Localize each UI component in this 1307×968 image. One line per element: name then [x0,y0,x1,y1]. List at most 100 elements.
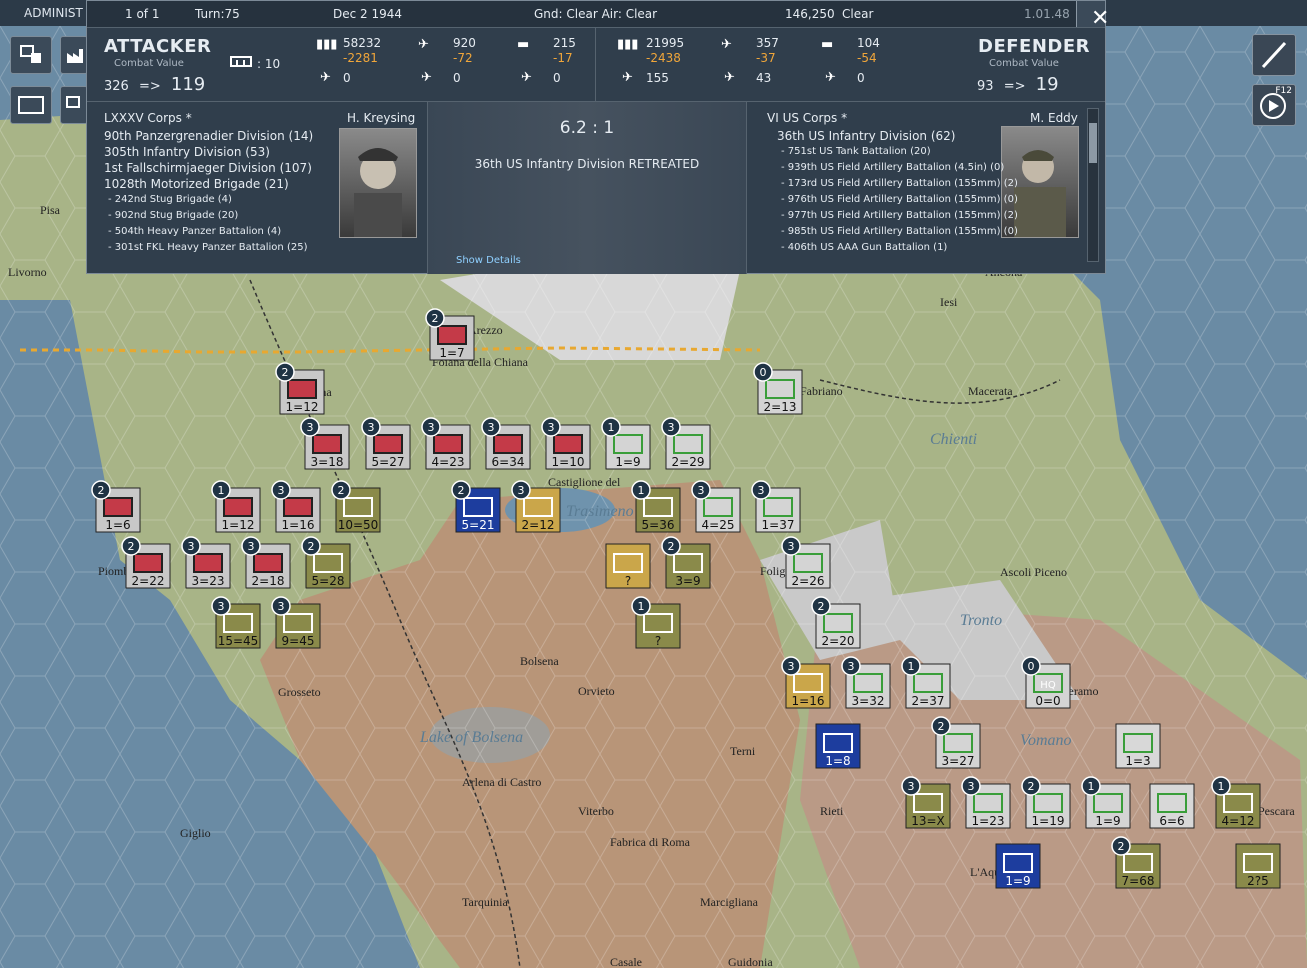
bomber-icon: ✈ [421,70,432,85]
unit-type-icon [223,497,253,517]
unit-counter[interactable]: 3=32 3 [841,656,891,709]
unit-counter[interactable]: 1=8 [815,723,861,769]
attacker-unit-entry[interactable]: 1st Fallschirmjaeger Division (107) [104,160,342,176]
unit-counter[interactable]: 4=12 1 [1211,776,1261,829]
defender-planes: 357 [756,36,779,50]
movement-points: 1 [1218,780,1225,793]
unit-counter[interactable]: ? [605,543,651,589]
defender-list-scrollbar[interactable] [1087,108,1099,262]
attacker-unit-entry[interactable]: - 504th Heavy Panzer Battalion (4) [104,224,342,240]
unit-counter[interactable]: 9=45 3 [271,596,321,649]
attacker-bombers: 0 [553,71,561,85]
unit-type-icon [553,434,583,454]
movement-points: 2 [818,600,825,613]
defender-unit-entry[interactable]: - 976th US Field Artillery Battalion (15… [777,192,1018,208]
defender-unit-list: 36th US Infantry Division (62) - 751st US… [777,128,1018,256]
unit-counter[interactable]: 3=27 2 [931,716,981,769]
unit-counter[interactable]: 7=68 2 [1111,836,1161,889]
place-label: Tarquinia [462,895,508,909]
end-turn-button[interactable]: F12 [1252,84,1296,126]
movement-points: 2 [98,484,105,497]
unit-counter[interactable]: 3=9 2 [661,536,711,589]
mode-label[interactable]: ADMINIST [24,6,83,20]
unit-strength: 13=X [911,814,945,828]
show-details-link[interactable]: Show Details [456,255,521,266]
defender-unit-entry[interactable]: - 977th US Field Artillery Battalion (15… [777,208,1018,224]
unit-counter[interactable]: 2=37 1 [901,656,951,709]
unit-counter[interactable]: 2=26 3 [781,536,831,589]
layout-button[interactable] [10,36,52,74]
rectangle-select-button[interactable] [10,86,52,124]
unit-counter[interactable]: 1=19 2 [1021,776,1071,829]
movement-points: 3 [218,600,225,613]
unit-counter[interactable]: 5=21 2 [451,480,501,533]
defender-corps[interactable]: VI US Corps * [767,111,847,125]
place-label: Macerata [968,384,1013,398]
unit-counter[interactable]: 10=50 2 [331,480,381,533]
unit-counter[interactable]: 1=16 3 [271,480,321,533]
unit-counter[interactable]: 1=12 2 [275,362,325,415]
unit-counter[interactable]: 2=22 2 [121,536,171,589]
draw-line-button[interactable] [1252,34,1296,76]
defender-unit-entry[interactable]: 36th US Infantry Division (62) [777,128,1009,144]
defender-unit-entry[interactable]: - 173rd US Field Artillery Battalion (15… [777,176,1018,192]
unit-counter[interactable]: 13=X 3 [901,776,951,829]
unit-strength: 3=27 [942,754,975,768]
unit-counter[interactable]: 1=9 1 [1081,776,1131,829]
unit-counter[interactable]: 6=6 [1149,783,1195,829]
unit-counter[interactable]: 2?5 [1235,843,1281,889]
attacker-unit-entry[interactable]: - 242nd Stug Brigade (4) [104,192,342,208]
movement-points: 3 [278,484,285,497]
unit-counter[interactable]: 1=3 [1115,723,1161,769]
unit-select-button[interactable] [60,86,88,124]
defender-tanks-loss: -54 [857,51,877,65]
attacker-unit-entry[interactable]: - 902nd Stug Brigade (20) [104,208,342,224]
factory-button[interactable] [60,36,88,74]
attacker-unit-entry[interactable]: 305th Infantry Division (53) [104,144,342,160]
prestige-points: 146,250 [785,7,835,21]
aircraft-icon: ✈ [721,37,732,52]
unit-counter[interactable]: 1=6 2 [91,480,141,533]
attacker-corps[interactable]: LXXXV Corps * [104,111,192,125]
unit-counter[interactable]: 2=29 3 [661,417,711,470]
unit-counter[interactable]: 1=10 3 [541,417,591,470]
attacker-cv-to: 119 [170,74,206,95]
attacker-unit-entry[interactable]: 1028th Motorized Brigade (21) [104,176,342,192]
attacker-units-section: LXXXV Corps * H. Kreysing 90th Panzergre… [87,102,428,274]
attacker-unit-entry[interactable]: - 301st FKL Heavy Panzer Battalion (25) [104,240,342,256]
unit-counter[interactable]: 15=45 3 [211,596,261,649]
place-label: Rieti [820,804,844,818]
unit-counter[interactable]: 1=23 3 [961,776,1011,829]
defender-unit-entry[interactable]: - 751st US Tank Battalion (20) [777,144,1009,160]
unit-counter[interactable]: 4=25 3 [691,480,741,533]
attacker-unit-entry[interactable]: 90th Panzergrenadier Division (14) [104,128,342,144]
unit-counter[interactable]: 1=9 1 [601,417,651,470]
unit-counter[interactable]: 2=13 0 [753,362,803,415]
defender-unit-entry[interactable]: - 406th US AAA Gun Battalion (1) [777,240,1009,256]
unit-counter[interactable]: 3=23 3 [181,536,231,589]
unit-counter[interactable]: 1=9 [995,843,1041,889]
movement-points: 3 [698,484,705,497]
unit-counter[interactable]: 1=7 2 [425,308,475,361]
unit-counter[interactable]: 1=37 3 [751,480,801,533]
unit-counter[interactable]: 1=12 1 [211,480,261,533]
movement-points: 2 [308,540,315,553]
unit-counter[interactable]: 5=36 1 [631,480,681,533]
unit-counter[interactable]: 6=34 3 [481,417,531,470]
attacker-rail: : 10 [257,57,281,71]
unit-counter[interactable]: 1=16 3 [781,656,831,709]
unit-counter[interactable]: 2=18 3 [241,536,291,589]
close-button[interactable]: ✕ [1076,1,1109,31]
unit-counter[interactable]: HQ 0=0 0 [1021,656,1071,709]
unit-counter[interactable]: 2=20 2 [811,596,861,649]
unit-counter[interactable]: 3=18 3 [300,417,350,470]
unit-strength: 0=0 [1035,694,1060,708]
defender-stats: ▮▮▮ 21995 -2438 ✈ 357 -37 ▬ 104 -54 ✈ 15… [596,28,1105,102]
unit-counter[interactable]: 5=28 2 [301,536,351,589]
unit-counter[interactable]: 5=27 3 [361,417,411,470]
unit-counter[interactable]: 4=23 3 [421,417,471,470]
unit-counter[interactable]: ?1 [631,596,681,649]
defender-unit-entry[interactable]: - 939th US Field Artillery Battalion (4.… [777,160,1009,176]
unit-counter[interactable]: 2=12 3 [511,480,561,533]
defender-unit-entry[interactable]: - 985th US Field Artillery Battalion (15… [777,224,1018,240]
